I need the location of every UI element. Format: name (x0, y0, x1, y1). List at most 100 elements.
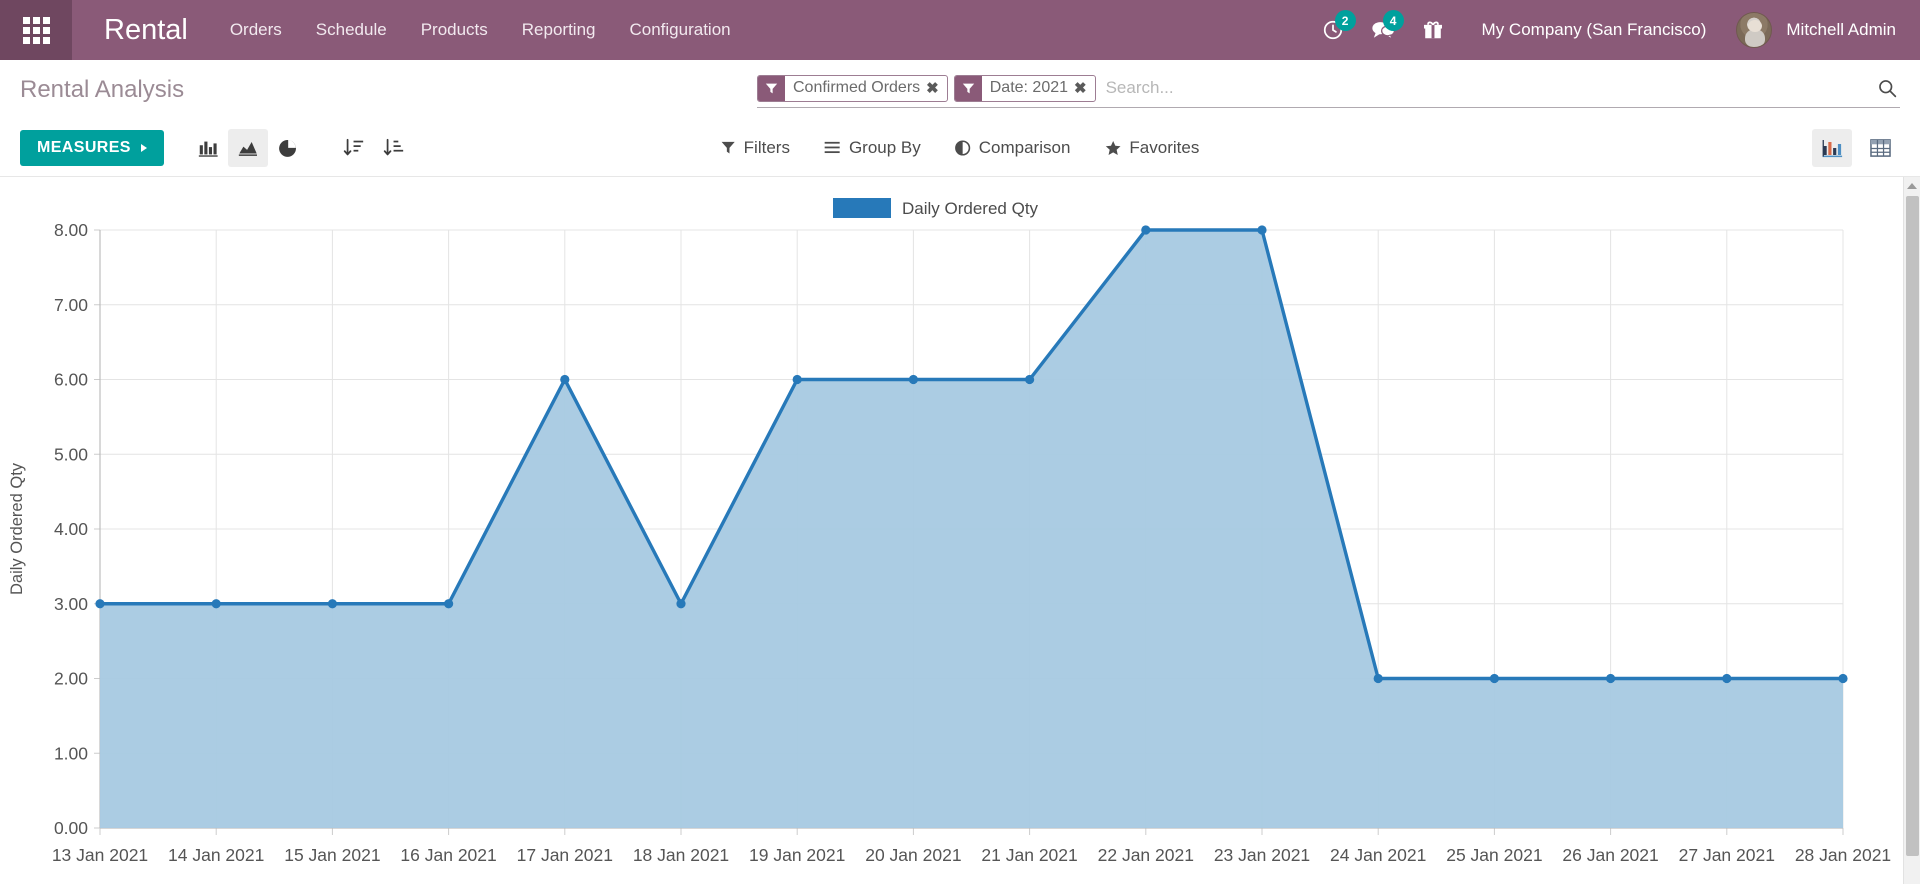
gift-button[interactable] (1422, 19, 1444, 41)
y-tick-label: 8.00 (54, 220, 88, 240)
data-point (1489, 673, 1499, 684)
pie-chart-button[interactable] (268, 129, 308, 167)
data-point (792, 374, 802, 385)
y-tick-label: 3.00 (54, 594, 88, 614)
x-tick-label: 16 Jan 2021 (400, 845, 496, 865)
x-tick-label: 19 Jan 2021 (749, 845, 845, 865)
search-facet-confirmed-orders[interactable]: Confirmed Orders ✖ (757, 74, 948, 102)
x-tick-label: 17 Jan 2021 (517, 845, 613, 865)
x-tick-label: 18 Jan 2021 (633, 845, 729, 865)
x-tick-label: 23 Jan 2021 (1214, 845, 1310, 865)
messages-button[interactable]: 4 (1370, 10, 1404, 41)
data-point (1141, 225, 1151, 235)
x-tick-label: 13 Jan 2021 (52, 845, 148, 865)
control-panel-top-row: Rental Analysis Confirmed Orders ✖ Date:… (20, 60, 1900, 119)
search-facet-date-2021[interactable]: Date: 2021 ✖ (953, 74, 1096, 102)
y-tick-label: 7.00 (54, 295, 88, 315)
x-tick-label: 24 Jan 2021 (1330, 845, 1426, 865)
filters-dropdown[interactable]: Filters (721, 138, 790, 158)
pivot-view-button[interactable] (1860, 129, 1900, 167)
data-point (1722, 673, 1732, 684)
pie-chart-icon (278, 139, 296, 157)
app-brand-rental[interactable]: Rental (104, 14, 188, 47)
search-icon[interactable] (1869, 78, 1900, 99)
data-point (676, 599, 686, 609)
navbar-systray: 2 4 My Company (San Francisco) Mitchell … (1296, 0, 1896, 60)
data-point (1606, 673, 1616, 684)
legend-swatch (833, 198, 891, 218)
line-chart-button[interactable] (227, 128, 268, 167)
rental-analysis-area-chart[interactable]: Daily Ordered Qty 0.00 1.00 2.00 3.00 4.00 5.0… (0, 177, 1903, 884)
y-tick-label: 0.00 (54, 818, 88, 838)
bar-chart-icon (198, 141, 218, 157)
measures-button[interactable]: MEASURES (20, 129, 164, 166)
x-tick-label: 15 Jan 2021 (284, 845, 380, 865)
company-switcher[interactable]: My Company (San Francisco) (1482, 20, 1707, 40)
menu-item-reporting[interactable]: Reporting (522, 20, 596, 40)
group-by-icon (824, 141, 840, 154)
search-facet-label: Confirmed Orders (793, 79, 921, 96)
pivot-view-icon (1869, 138, 1891, 157)
search-view: Confirmed Orders ✖ Date: 2021 ✖ (757, 72, 1900, 108)
data-point (211, 599, 221, 609)
apps-grid-icon (22, 16, 50, 44)
data-point (95, 599, 105, 609)
star-icon (1105, 140, 1121, 155)
top-navbar: Rental Orders Schedule Products Reportin… (0, 0, 1920, 60)
sort-descending-button[interactable] (334, 129, 374, 167)
scrollbar-thumb[interactable] (1906, 196, 1919, 856)
favorites-dropdown[interactable]: Favorites (1104, 138, 1199, 158)
x-tick-label: 22 Jan 2021 (1098, 845, 1194, 865)
search-input[interactable] (1101, 77, 1869, 99)
data-point (444, 599, 454, 609)
graph-view-button[interactable] (1812, 128, 1852, 167)
data-point (1025, 374, 1035, 385)
data-point (908, 374, 919, 385)
apps-menu-button[interactable] (0, 0, 72, 60)
activities-count-badge: 2 (1334, 10, 1356, 31)
y-axis-title: Daily Ordered Qty (8, 462, 26, 595)
y-tick-label: 2.00 (54, 669, 88, 689)
gift-icon (1423, 21, 1442, 39)
menu-item-products[interactable]: Products (421, 20, 488, 40)
search-facet-label: Date: 2021 (989, 79, 1069, 96)
data-point (1257, 225, 1267, 235)
sort-descending-icon (343, 138, 364, 155)
data-point (1838, 673, 1848, 684)
x-tick-label: 26 Jan 2021 (1562, 845, 1658, 865)
comparison-icon (955, 139, 971, 156)
x-tick-label: 14 Jan 2021 (168, 845, 264, 865)
y-tick-label: 4.00 (54, 519, 88, 539)
favorites-label: Favorites (1129, 137, 1200, 157)
control-panel-bottom-row: MEASURES Filters Group By Comparison Fav… (20, 119, 1900, 176)
facet-remove-icon[interactable]: ✖ (926, 79, 947, 97)
chart-type-button-group (188, 128, 414, 167)
search-dropdowns: Filters Group By Comparison Favorites (721, 137, 1199, 158)
breadcrumb: Rental Analysis (20, 75, 185, 103)
user-menu[interactable]: Mitchell Admin (1786, 20, 1896, 40)
messages-count-badge: 4 (1382, 10, 1404, 31)
user-avatar[interactable] (1736, 12, 1773, 48)
menu-item-configuration[interactable]: Configuration (630, 20, 731, 40)
caret-right-icon (140, 143, 147, 152)
comparison-label: Comparison (978, 137, 1071, 157)
facet-remove-icon[interactable]: ✖ (1074, 79, 1095, 97)
scroll-up-arrow-icon[interactable] (1904, 177, 1920, 194)
x-tick-label: 25 Jan 2021 (1446, 845, 1542, 865)
comparison-dropdown[interactable]: Comparison (955, 137, 1071, 158)
main-menu: Orders Schedule Products Reporting Confi… (230, 20, 731, 40)
y-tick-label: 1.00 (54, 743, 88, 763)
group-by-dropdown[interactable]: Group By (824, 138, 921, 158)
bar-chart-button[interactable] (188, 129, 228, 167)
vertical-scrollbar[interactable] (1903, 177, 1920, 884)
y-tick-label: 6.00 (54, 370, 88, 390)
data-point (560, 374, 570, 385)
control-panel: Rental Analysis Confirmed Orders ✖ Date:… (0, 60, 1920, 177)
sort-ascending-button[interactable] (374, 129, 414, 167)
activities-button[interactable]: 2 (1322, 10, 1356, 41)
x-tick-label: 20 Jan 2021 (865, 845, 961, 865)
x-tick-label: 28 Jan 2021 (1795, 845, 1891, 865)
x-tick-label: 27 Jan 2021 (1679, 845, 1775, 865)
menu-item-schedule[interactable]: Schedule (316, 20, 387, 40)
menu-item-orders[interactable]: Orders (230, 20, 282, 40)
